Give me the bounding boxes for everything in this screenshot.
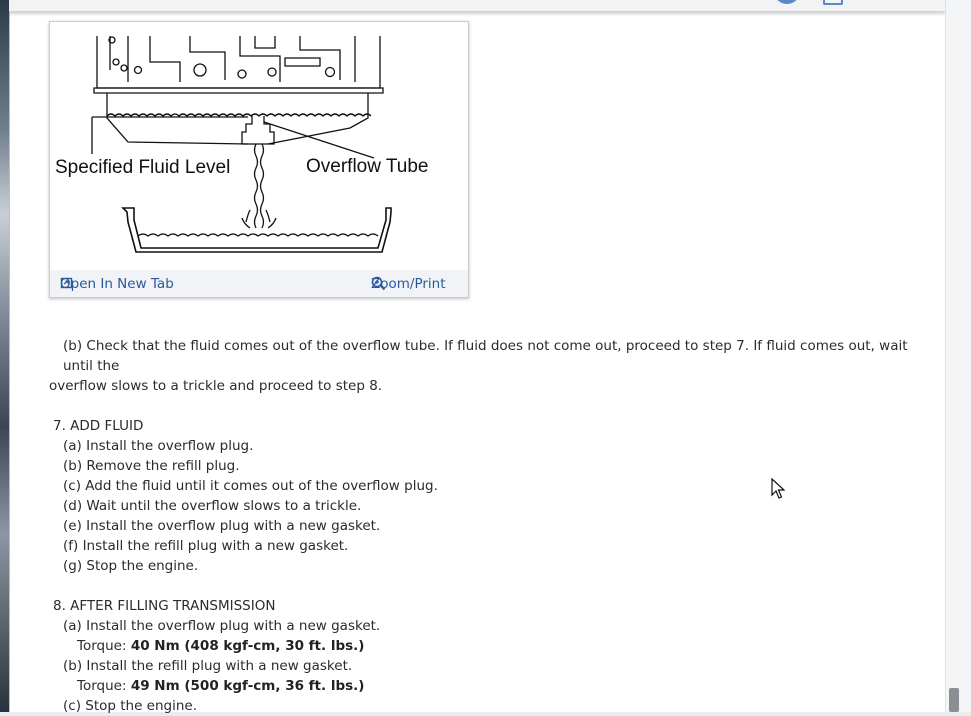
top-toolbar [9, 0, 945, 12]
label-overflow-tube: Overflow Tube [306, 156, 429, 177]
torque-label: Torque: [77, 678, 127, 694]
mouse-pointer-icon [771, 478, 785, 499]
torque-value-b: 49 Nm (500 kgf-cm, 36 ft. lbs.) [130, 678, 365, 694]
step-8b-torque: Torque: 49 Nm (500 kgf-cm, 36 ft. lbs.) [49, 676, 929, 696]
account-avatar-icon[interactable] [774, 0, 800, 4]
step-7f: (f) Install the refill plug with a new g… [63, 538, 349, 554]
zoom-print-link[interactable]: Zoom/Print [371, 276, 446, 292]
open-in-new-tab-link[interactable]: Open In New Tab [60, 276, 174, 292]
torque-label: Torque: [77, 638, 127, 654]
magnifier-zoom-icon [371, 276, 386, 291]
step-7g: (g) Stop the engine. [63, 558, 199, 574]
document-icon[interactable] [823, 0, 843, 5]
step-8a: (a) Install the overflow plug with a new… [63, 618, 381, 634]
label-specified-fluid-level: Specified Fluid Level [55, 157, 230, 178]
open-new-tab-icon [60, 277, 73, 289]
procedure-text: (b) Check that the fluid comes out of th… [49, 336, 929, 716]
torque-value-a: 40 Nm (408 kgf-cm, 30 ft. lbs.) [130, 638, 365, 654]
open-in-new-tab-label: Open In New Tab [60, 276, 174, 292]
scrollbar-thumb[interactable] [949, 688, 959, 712]
step-6b-line2: overflow slows to a trickle and proceed … [49, 378, 383, 394]
step-7-title: 7. ADD FLUID [53, 418, 144, 434]
step-8-title: 8. AFTER FILLING TRANSMISSION [53, 598, 276, 614]
step-7e: (e) Install the overflow plug with a new… [63, 518, 381, 534]
step-8a-torque: Torque: 40 Nm (408 kgf-cm, 30 ft. lbs.) [49, 636, 929, 656]
step-7b: (b) Remove the refill plug. [63, 458, 240, 474]
step-8b: (b) Install the refill plug with a new g… [63, 658, 353, 674]
overflow-tube-diagram: Specified Fluid Level Overflow Tube [55, 36, 429, 253]
step-7d: (d) Wait until the overflow slows to a t… [63, 498, 362, 514]
step-7a: (a) Install the overflow plug. [63, 438, 254, 454]
right-gutter [945, 0, 971, 712]
step-8c: (c) Stop the engine. [63, 698, 198, 714]
diagram-figure: Specified Fluid Level Overflow Tube Open… [49, 21, 469, 298]
figure-footer: Open In New Tab Zoom/Print [50, 270, 468, 297]
step-6b-line1: (b) Check that the fluid comes out of th… [63, 338, 908, 374]
step-7c: (c) Add the fluid until it comes out of … [63, 478, 438, 494]
